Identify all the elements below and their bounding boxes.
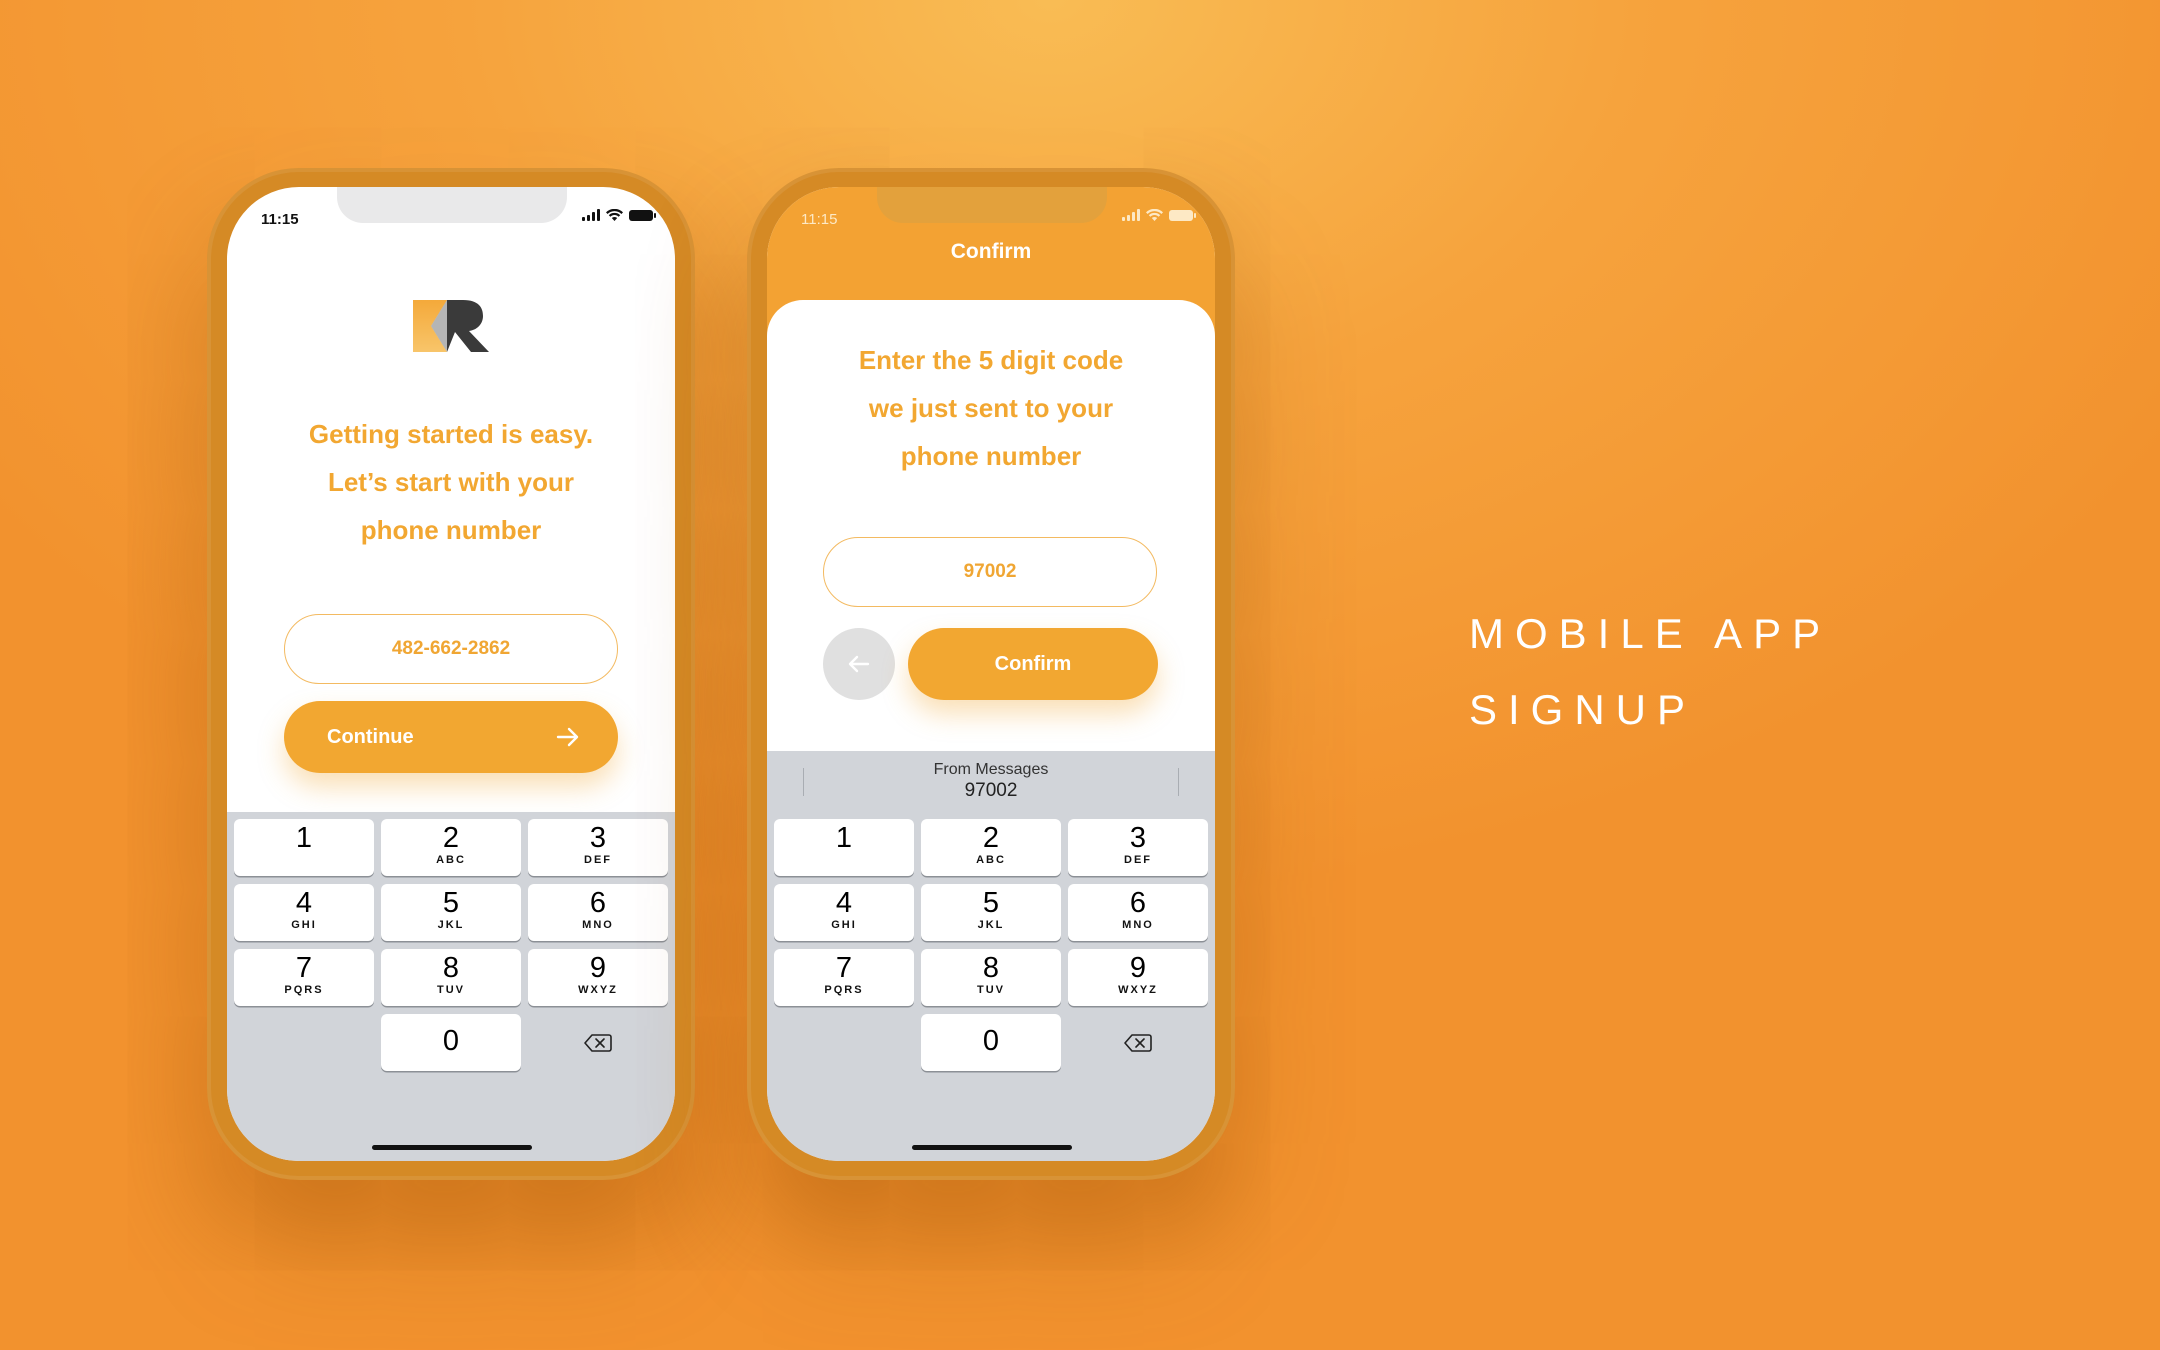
battery-icon [1169,210,1196,221]
phone-mockup-confirm: 11:15 Confirm Enter the 5 digit code we … [747,168,1235,1180]
phone-mockup-start: 11:15 Getting started is easy. Let’s sta… [207,168,695,1180]
key-6[interactable]: 6 MNO [1068,884,1208,941]
key-0[interactable]: 0 [381,1014,521,1071]
confirm-button[interactable]: Confirm [908,628,1158,700]
key-6[interactable]: 6 MNO [528,884,668,941]
side-title-line-2: SIGNUP [1469,686,1697,733]
key-5[interactable]: 5 JKL [381,884,521,941]
signal-icon [582,209,600,221]
key-2[interactable]: 2 ABC [921,819,1061,876]
key-3[interactable]: 3 DEF [1068,819,1208,876]
suggestion-divider [1178,768,1179,796]
arrow-left-icon [848,655,870,673]
suggestion-source: From Messages [933,761,1049,778]
verification-code-input[interactable]: 97002 [823,537,1157,607]
status-time: 11:15 [261,211,299,228]
side-title-line-1: MOBILE APP [1469,610,1832,657]
headline-line: Let’s start with your [327,467,575,497]
home-indicator [372,1145,532,1150]
page-title: Confirm [950,240,1032,263]
phone-screen: 11:15 Confirm Enter the 5 digit code we … [767,187,1215,1161]
suggestion-divider [803,768,804,796]
autofill-suggestion[interactable]: From Messages 97002 [767,751,1215,813]
wifi-icon [606,209,623,221]
code-headline: Enter the 5 digit code we just sent to y… [787,336,1195,480]
continue-button[interactable]: Continue [284,701,618,773]
home-indicator [912,1145,1072,1150]
suggestion-code: 97002 [964,780,1018,801]
numeric-keypad: 1 2 ABC 3 DEF 4 GHI 5 JKL 6 MNO 7 PQRS 8 TUV 9W… [227,812,675,1161]
headline-line: Enter the 5 digit code [858,345,1124,375]
key-0[interactable]: 0 [921,1014,1061,1071]
key-8[interactable]: 8 TUV [921,949,1061,1006]
confirm-label: Confirm [994,652,1072,675]
key-5[interactable]: 5 JKL [921,884,1061,941]
key-2[interactable]: 2 ABC [381,819,521,876]
key-9[interactable]: 9 WXYZ [528,949,668,1006]
numeric-keypad: From Messages 97002 1 2 ABC 3 DEF 4 GHI 5 JK… [767,751,1215,1161]
headline-line: we just sent to your [868,393,1114,423]
backspace-icon [1124,1033,1152,1052]
signal-icon [1122,209,1140,221]
back-button[interactable] [823,628,895,700]
key-1[interactable]: 1 [234,819,374,876]
delete-key[interactable] [1068,1014,1208,1071]
status-icons [582,209,656,221]
phone-screen: 11:15 Getting started is easy. Let’s sta… [227,187,675,1161]
backspace-icon [584,1033,612,1052]
battery-icon [629,210,656,221]
status-icons [1122,209,1196,221]
key-9[interactable]: 9 WXYZ [1068,949,1208,1006]
key-3[interactable]: 3 DEF [528,819,668,876]
app-logo [413,300,489,352]
welcome-headline: Getting started is easy. Let’s start wit… [247,410,655,554]
wifi-icon [1146,209,1163,221]
delete-key[interactable] [528,1014,668,1071]
status-time: 11:15 [801,211,838,228]
headline-line: Getting started is easy. [308,419,594,449]
phone-notch [877,187,1107,223]
arrow-right-icon [556,727,579,747]
key-4[interactable]: 4 GHI [234,884,374,941]
continue-label: Continue [327,725,414,748]
key-4[interactable]: 4 GHI [774,884,914,941]
headline-line: phone number [360,515,542,545]
phone-number-input[interactable]: 482-662-2862 [284,614,618,684]
key-7[interactable]: 7 PQRS [234,949,374,1006]
headline-line: phone number [900,441,1082,471]
key-1[interactable]: 1 [774,819,914,876]
key-8[interactable]: 8 TUV [381,949,521,1006]
key-7[interactable]: 7 PQRS [774,949,914,1006]
phone-notch [337,187,567,223]
